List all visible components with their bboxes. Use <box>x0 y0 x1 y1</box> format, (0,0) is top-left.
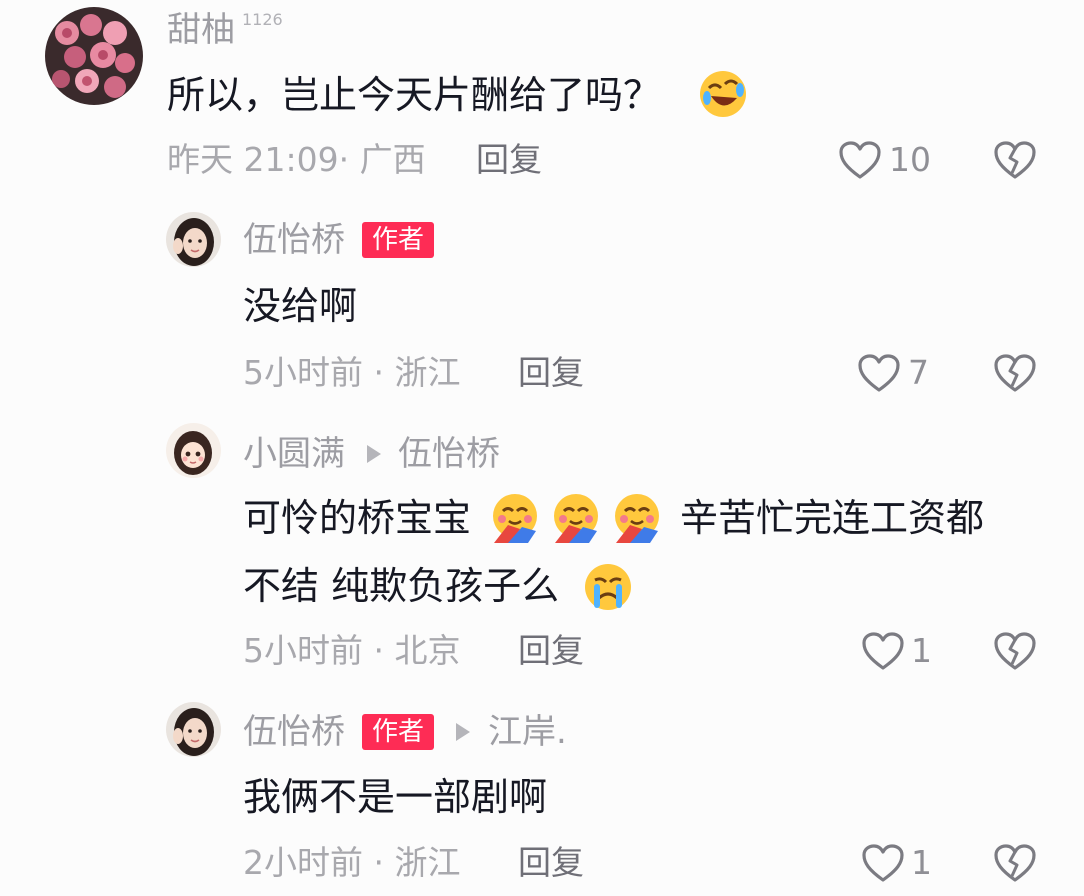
like-heart-icon[interactable] <box>861 631 905 671</box>
dislike-broken-heart-icon[interactable] <box>993 140 1037 180</box>
rose-flowers-avatar-icon <box>45 7 143 105</box>
reply-button[interactable]: 回复 <box>518 631 584 671</box>
reply-arrow-icon <box>456 723 470 741</box>
reply-to-username[interactable]: 伍怡桥 <box>398 434 500 474</box>
like-count: 10 <box>889 140 931 179</box>
dislike-broken-heart-icon[interactable] <box>993 631 1037 671</box>
like-heart-icon[interactable] <box>857 353 901 393</box>
comment-text: 没给啊 <box>243 284 358 328</box>
comment-text: 所以，岂止今天片酬给了吗？ <box>167 73 662 117</box>
comment-time-location: 2小时前 · 浙江 <box>243 843 461 882</box>
reply-to-username[interactable]: 江岸. <box>488 712 567 752</box>
like-heart-icon[interactable] <box>838 140 882 180</box>
username[interactable]: 小圆满 <box>243 434 345 474</box>
user-badge-number: 1126 <box>242 10 283 29</box>
author-badge: 作者 <box>362 222 435 258</box>
user-avatar[interactable] <box>166 212 221 267</box>
hugging-face-emoji-icon <box>488 491 542 545</box>
like-count: 1 <box>911 843 932 882</box>
girl-photo-avatar-icon <box>166 212 221 267</box>
reply-button[interactable]: 回复 <box>476 140 542 180</box>
rolling-laughing-emoji-icon <box>697 68 749 120</box>
username[interactable]: 伍怡桥 <box>243 712 345 752</box>
like-count: 1 <box>911 631 932 670</box>
comment-text-line1-rest: 辛苦忙完连工资都 <box>680 496 985 540</box>
dislike-broken-heart-icon[interactable] <box>993 353 1037 393</box>
like-count: 7 <box>908 353 929 392</box>
comment-text-line1: 可怜的桥宝宝 <box>243 496 472 540</box>
comment-time-location: 5小时前 · 浙江 <box>243 353 461 392</box>
username[interactable]: 伍怡桥 <box>243 220 345 260</box>
girl-photo-avatar-icon <box>166 702 221 757</box>
username[interactable]: 甜柚 <box>167 10 235 50</box>
hugging-face-emoji-icon <box>549 491 603 545</box>
reply-arrow-icon <box>367 445 381 463</box>
crying-face-emoji-icon <box>581 560 635 614</box>
reply-button[interactable]: 回复 <box>518 353 584 393</box>
comment-time-location: 昨天 21:09· 广西 <box>167 140 426 179</box>
user-avatar[interactable] <box>166 702 221 757</box>
hugging-face-emoji-icon <box>610 491 664 545</box>
comment-time-location: 5小时前 · 北京 <box>243 631 461 670</box>
comment-list: 甜柚 1126 所以，岂止今天片酬给了吗？ 昨天 21:09· 广西 回复 10 <box>0 0 1084 896</box>
user-avatar[interactable] <box>45 7 143 105</box>
comment-text: 我俩不是一部剧啊 <box>243 775 548 819</box>
like-heart-icon[interactable] <box>861 843 905 883</box>
cartoon-girl-avatar-icon <box>166 423 221 478</box>
author-badge: 作者 <box>362 714 435 750</box>
dislike-broken-heart-icon[interactable] <box>993 843 1037 883</box>
reply-button[interactable]: 回复 <box>518 843 584 883</box>
user-avatar[interactable] <box>166 423 221 478</box>
comment-text-line2: 不结 纯欺负孩子么 <box>243 564 560 608</box>
